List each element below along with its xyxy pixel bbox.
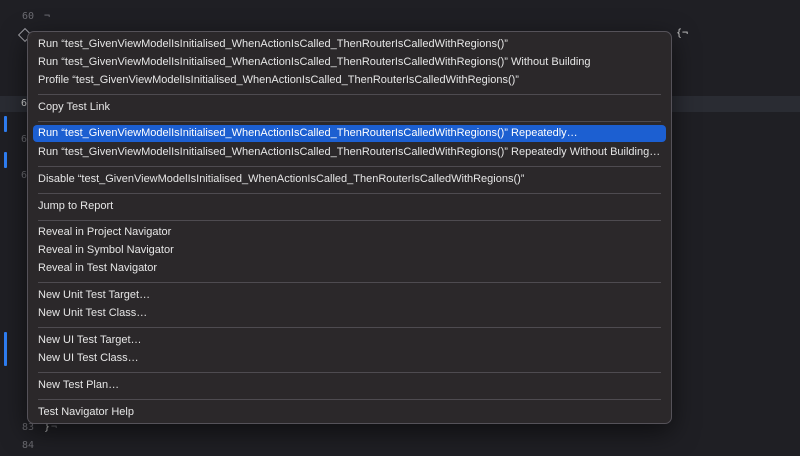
menu-new-ui-test-class[interactable]: New UI Test Class…: [33, 350, 666, 367]
menu-separator: [38, 121, 661, 122]
menu-run-test[interactable]: Run “test_GivenViewModelIsInitialised_Wh…: [33, 36, 666, 53]
menu-test-navigator-help[interactable]: Test Navigator Help: [33, 404, 666, 421]
menu-separator: [38, 193, 661, 194]
menu-separator: [38, 220, 661, 221]
change-bar: [4, 116, 7, 132]
menu-run-without-building[interactable]: Run “test_GivenViewModelIsInitialised_Wh…: [33, 54, 666, 71]
code-tail: {¬: [676, 28, 689, 39]
context-menu: Run “test_GivenViewModelIsInitialised_Wh…: [27, 31, 672, 424]
menu-profile-test[interactable]: Profile “test_GivenViewModelIsInitialise…: [33, 72, 666, 89]
change-bar: [4, 332, 7, 366]
menu-separator: [38, 282, 661, 283]
menu-separator: [38, 327, 661, 328]
change-bar: [4, 152, 7, 168]
line-number-active: 6: [20, 98, 27, 109]
menu-reveal-project-navigator[interactable]: Reveal in Project Navigator: [33, 224, 666, 241]
menu-run-repeatedly[interactable]: Run “test_GivenViewModelIsInitialised_Wh…: [33, 125, 666, 142]
menu-run-repeatedly-without-building[interactable]: Run “test_GivenViewModelIsInitialised_Wh…: [33, 144, 666, 161]
menu-separator: [38, 94, 661, 95]
menu-new-unit-test-class[interactable]: New Unit Test Class…: [33, 305, 666, 322]
menu-separator: [38, 372, 661, 373]
menu-jump-to-report[interactable]: Jump to Report: [33, 198, 666, 215]
menu-reveal-test-navigator[interactable]: Reveal in Test Navigator: [33, 260, 666, 277]
line-number: 60: [21, 11, 34, 22]
line-number: 84: [21, 440, 34, 451]
menu-new-ui-test-target[interactable]: New UI Test Target…: [33, 332, 666, 349]
line-number: 6: [20, 134, 27, 145]
line-number: 60: [18, 0, 34, 3]
menu-disable-test[interactable]: Disable “test_GivenViewModelIsInitialise…: [33, 171, 666, 188]
menu-reveal-symbol-navigator[interactable]: Reveal in Symbol Navigator: [33, 242, 666, 259]
menu-copy-test-link[interactable]: Copy Test Link: [33, 99, 666, 116]
menu-separator: [38, 399, 661, 400]
pilcrow: ¬: [44, 11, 51, 22]
menu-new-test-plan[interactable]: New Test Plan…: [33, 377, 666, 394]
menu-separator: [38, 166, 661, 167]
menu-new-unit-test-target[interactable]: New Unit Test Target…: [33, 287, 666, 304]
line-number: 6: [20, 170, 27, 181]
